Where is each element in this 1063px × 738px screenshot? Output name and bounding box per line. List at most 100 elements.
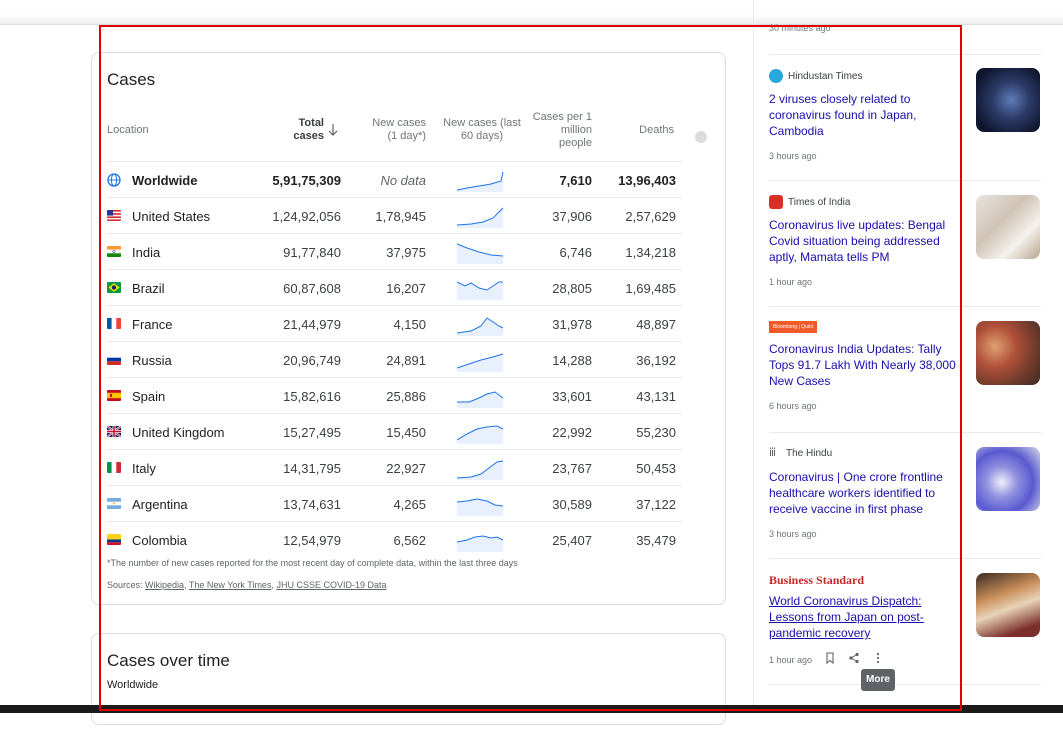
argentina-flag-icon	[107, 498, 121, 509]
scroll-indicator[interactable]	[695, 131, 707, 143]
news-thumbnail[interactable]	[976, 573, 1040, 637]
news-headline[interactable]: World Coronavirus Dispatch: Lessons from…	[769, 593, 957, 641]
header-total-cases[interactable]: Total cases	[288, 117, 324, 143]
country-name: United States	[132, 209, 211, 224]
cases-per-million: 22,992	[552, 425, 592, 440]
sparkline	[457, 391, 504, 408]
table-row[interactable]: Colombia 12,54,979 6,562 25,407 35,479	[107, 521, 682, 558]
table-row[interactable]: Italy 14,31,795 22,927 23,767 50,453	[107, 449, 682, 486]
bottom-bar	[0, 705, 1063, 713]
cases-per-million: 31,978	[552, 317, 592, 332]
news-headline[interactable]: Coronavirus live updates: Bengal Covid s…	[769, 217, 957, 265]
news-item[interactable]: Times of India Coronavirus live updates:…	[769, 180, 1041, 307]
news-time: 6 hours ago	[769, 401, 817, 411]
news-headline[interactable]: Coronavirus India Updates: Tally Tops 91…	[769, 341, 959, 389]
new-cases: 15,450	[386, 425, 426, 440]
cases-per-million: 33,601	[552, 389, 592, 404]
header-deaths[interactable]: Deaths	[622, 124, 674, 137]
new-cases: No data	[380, 173, 426, 188]
news-source-name: Times of India	[788, 196, 851, 208]
france-flag-icon	[107, 318, 121, 329]
country-name: France	[132, 317, 173, 332]
news-item[interactable]: Hindustan Times 2 viruses closely relate…	[769, 54, 1041, 181]
russia-flag-icon	[107, 354, 121, 365]
new-cases: 24,891	[386, 353, 426, 368]
total-cases: 1,24,92,056	[272, 209, 341, 224]
news-thumbnail[interactable]	[976, 68, 1040, 132]
sources-line: Sources: Wikipedia, The New York Times, …	[107, 580, 387, 590]
colombia-flag-icon	[107, 534, 121, 545]
cases-per-million: 30,589	[552, 497, 592, 512]
total-cases: 60,87,608	[283, 281, 341, 296]
news-item[interactable]	[769, 684, 1041, 705]
news-headline[interactable]: Coronavirus | One crore frontline health…	[769, 469, 957, 517]
news-thumbnail[interactable]	[976, 447, 1040, 511]
table-row[interactable]: Russia 20,96,749 24,891 14,288 36,192	[107, 341, 682, 378]
news-thumbnail[interactable]	[976, 195, 1040, 259]
source-link-nyt[interactable]: The New York Times	[189, 580, 272, 590]
table-row[interactable]: Brazil 60,87,608 16,207 28,805 1,69,485	[107, 269, 682, 306]
country-name: Brazil	[132, 281, 165, 296]
news-item[interactable]: Business Standard World Coronavirus Disp…	[769, 558, 1041, 685]
news-item[interactable]: ⅲ The Hindu Coronavirus | One crore fron…	[769, 432, 1041, 559]
footnote: *The number of new cases reported for th…	[107, 558, 518, 568]
news-top-time: 30 minutes ago	[769, 23, 831, 33]
news-time: 3 hours ago	[769, 529, 817, 539]
cases-per-million: 23,767	[552, 461, 592, 476]
country-name: United Kingdom	[132, 425, 225, 440]
total-cases: 21,44,979	[283, 317, 341, 332]
table-row[interactable]: Argentina 13,74,631 4,265 30,589 37,122	[107, 485, 682, 522]
news-headline[interactable]: 2 viruses closely related to coronavirus…	[769, 91, 957, 139]
country-name: Spain	[132, 389, 166, 404]
source-link-wikipedia[interactable]: Wikipedia	[145, 580, 184, 590]
total-cases: 15,27,495	[283, 425, 341, 440]
more-options-icon[interactable]	[872, 652, 884, 664]
share-icon[interactable]	[848, 652, 860, 664]
header-location: Location	[107, 124, 149, 136]
deaths: 2,57,629	[625, 209, 676, 224]
new-cases: 25,886	[386, 389, 426, 404]
sparkline	[457, 243, 504, 264]
total-cases: 12,54,979	[283, 533, 341, 548]
table-row[interactable]: France 21,44,979 4,150 31,978 48,897	[107, 305, 682, 342]
source-link-jhu[interactable]: JHU CSSE COVID-19 Data	[276, 580, 386, 590]
bookmark-icon[interactable]	[824, 652, 836, 664]
table-row[interactable]: United Kingdom 15,27,495 15,450 22,992 5…	[107, 413, 682, 450]
sparkline	[457, 207, 504, 228]
sparkline	[457, 171, 504, 192]
country-name: Colombia	[132, 533, 187, 548]
news-source: Bloomberg | Quint	[769, 321, 817, 333]
deaths: 1,69,485	[625, 281, 676, 296]
deaths: 50,453	[636, 461, 676, 476]
deaths: 36,192	[636, 353, 676, 368]
total-cases: 15,82,616	[283, 389, 341, 404]
us-flag-icon	[107, 210, 121, 221]
brazil-flag-icon	[107, 282, 121, 293]
news-source-name: Hindustan Times	[788, 70, 863, 82]
table-row[interactable]: Worldwide 5,91,75,309 No data 7,610 13,9…	[107, 161, 682, 198]
new-cases: 4,150	[393, 317, 426, 332]
sparkline	[457, 425, 504, 444]
deaths: 55,230	[636, 425, 676, 440]
cases-per-million: 25,407	[552, 533, 592, 548]
header-per-million[interactable]: Cases per 1 million people	[532, 111, 592, 150]
deaths: 37,122	[636, 497, 676, 512]
news-item[interactable]: Bloomberg | Quint Coronavirus India Upda…	[769, 306, 1041, 433]
business-standard-logo-icon: Business Standard	[769, 573, 865, 587]
news-time: 3 hours ago	[769, 151, 817, 161]
cases-per-million: 28,805	[552, 281, 592, 296]
sort-arrow-down-icon[interactable]	[327, 123, 339, 137]
cases-per-million: 7,610	[559, 173, 592, 188]
sparkline	[457, 317, 504, 336]
the-hindu-logo-icon: ⅲ	[769, 447, 777, 459]
deaths: 1,34,218	[625, 245, 676, 260]
more-tooltip: More	[861, 669, 895, 691]
header-new-cases[interactable]: New cases (1 day*)	[363, 117, 426, 143]
table-row[interactable]: Spain 15,82,616 25,886 33,601 43,131	[107, 377, 682, 414]
spain-flag-icon	[107, 390, 121, 401]
table-row[interactable]: United States 1,24,92,056 1,78,945 37,90…	[107, 197, 682, 234]
total-cases: 91,77,840	[283, 245, 341, 260]
news-thumbnail[interactable]	[976, 321, 1040, 385]
table-row[interactable]: India 91,77,840 37,975 6,746 1,34,218	[107, 233, 682, 270]
deaths: 13,96,403	[618, 173, 676, 188]
